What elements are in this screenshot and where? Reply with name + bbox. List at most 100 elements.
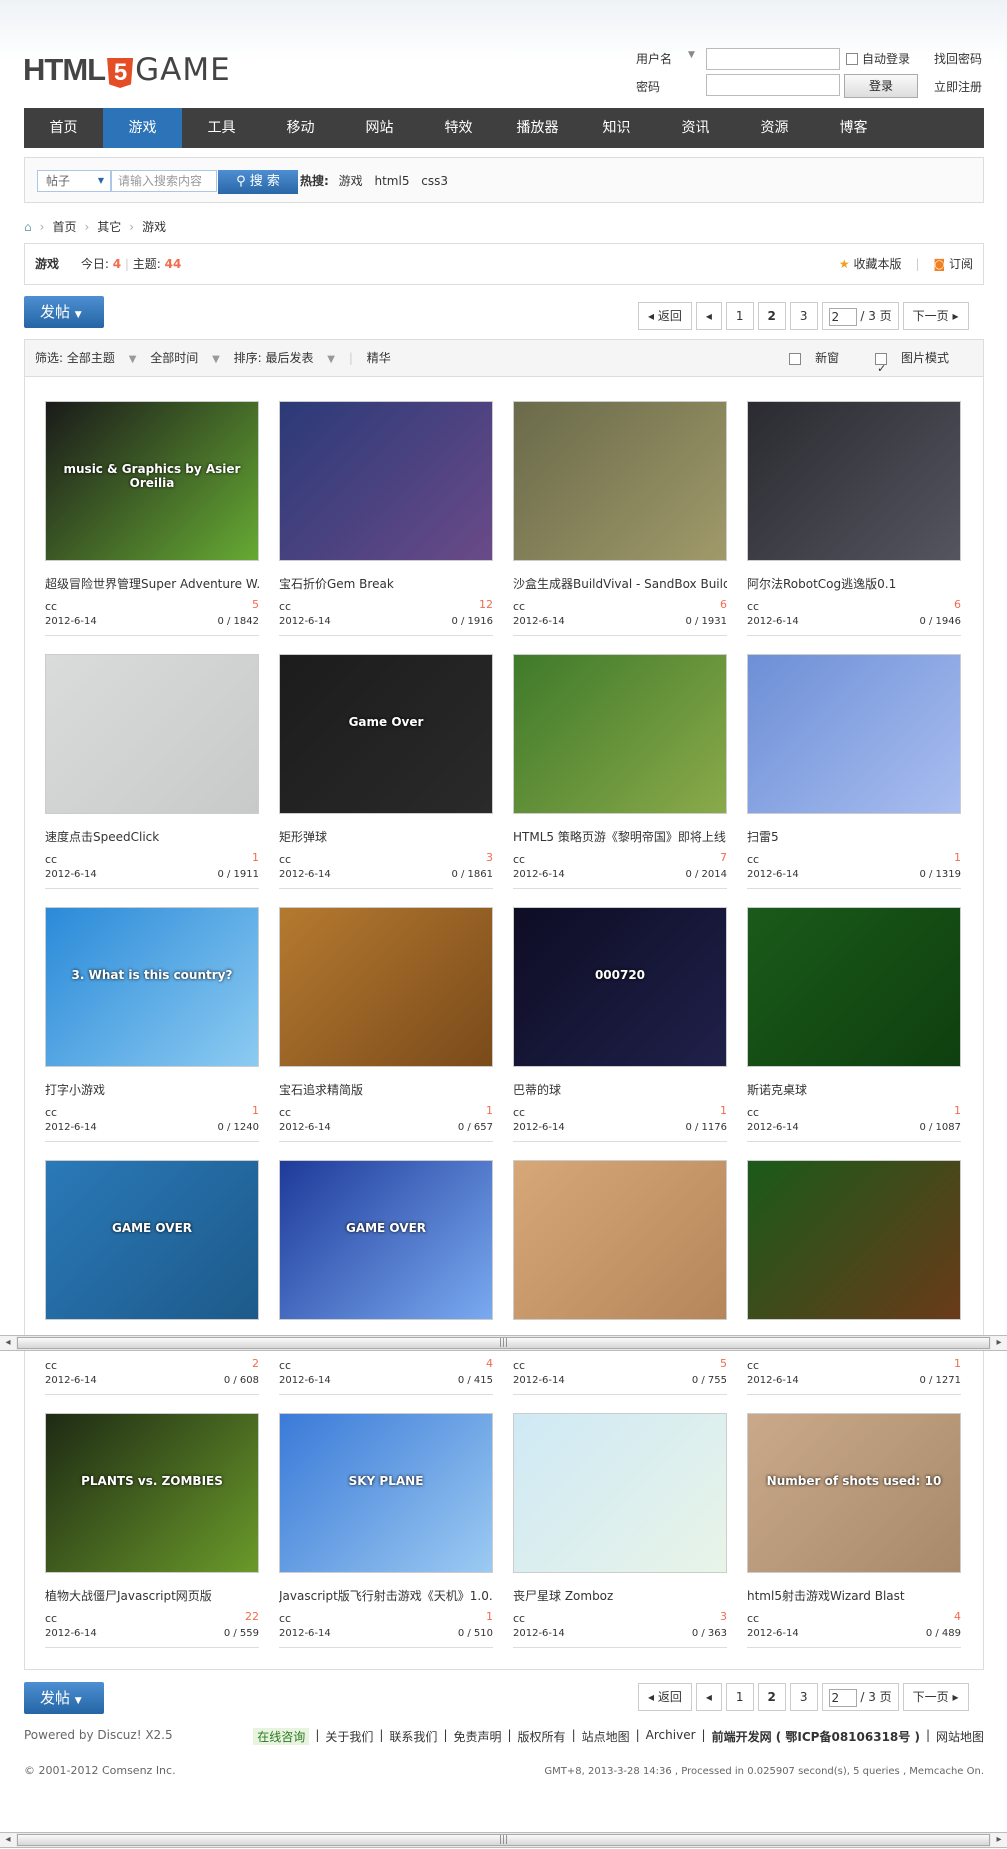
thread-card[interactable]: PLANTS vs. ZOMBIES 植物大战僵尸Javascript网页版 cc 2…	[45, 1413, 259, 1658]
scroll-right-icon[interactable]: ▸	[991, 1336, 1007, 1350]
footer-link[interactable]: 站点地图	[582, 1728, 630, 1745]
scroll-left-icon[interactable]: ◂	[0, 1336, 16, 1350]
next-page-button[interactable]: 下一页 ▸	[902, 1683, 969, 1711]
thread-title[interactable]: 丧尸星球 Zomboz	[513, 1587, 727, 1604]
filter-sort[interactable]: 排序: 最后发表 ▼	[234, 351, 335, 365]
thread-thumbnail[interactable]	[747, 1160, 961, 1320]
thread-title[interactable]: Javascript版飞行射击游戏《天机》1.0...	[279, 1587, 493, 1604]
chevron-down-icon[interactable]: ▼	[688, 50, 695, 60]
thread-title[interactable]: HTML5 策略页游《黎明帝国》即将上线	[513, 828, 727, 845]
nav-item[interactable]: 资讯	[656, 108, 735, 148]
thread-author[interactable]: cc	[45, 600, 57, 613]
thread-card[interactable]: 宝石追求精简版 cc 1 2012-6-14 0 / 657	[279, 907, 493, 1152]
thread-thumbnail[interactable]	[279, 907, 493, 1067]
footer-link[interactable]: Archiver	[646, 1728, 696, 1745]
scroll-right-icon[interactable]: ▸	[991, 1833, 1007, 1847]
page-link[interactable]: 1	[725, 1683, 754, 1711]
thread-author[interactable]: cc	[747, 1359, 759, 1372]
thread-card[interactable]: 3. What is this country? 打字小游戏 cc 1 2012-6-1…	[45, 907, 259, 1152]
username-input[interactable]	[706, 48, 840, 70]
thread-card[interactable]: Number of shots used: 10 html5射击游戏Wizard …	[747, 1413, 961, 1658]
thread-author[interactable]: cc	[279, 1612, 291, 1625]
thread-thumbnail[interactable]	[45, 654, 259, 814]
thread-thumbnail[interactable]: Number of shots used: 10	[747, 1413, 961, 1573]
page-link[interactable]: 3	[789, 1683, 818, 1711]
new-post-button[interactable]: 发帖 ▼	[24, 296, 104, 328]
thread-title[interactable]: 宝石折价Gem Break	[279, 575, 493, 592]
back-button[interactable]: ◂ 返回	[638, 302, 692, 330]
checkbox-checked-icon[interactable]	[875, 351, 888, 387]
password-input[interactable]	[706, 74, 840, 96]
nav-item[interactable]: 博客	[814, 108, 893, 148]
register-link[interactable]: 立即注册	[934, 78, 982, 95]
thread-author[interactable]: cc	[513, 1612, 525, 1625]
thread-title[interactable]: 沙盒生成器BuildVival - SandBox Builder	[513, 575, 727, 592]
footer-link[interactable]: 关于我们	[325, 1728, 373, 1745]
thread-title[interactable]: 超级冒险世界管理Super Adventure W...	[45, 575, 259, 592]
prev-page-button[interactable]: ◂	[695, 1683, 722, 1711]
favorite-button[interactable]: ★ 收藏本版	[839, 244, 902, 284]
thread-author[interactable]: cc	[513, 1106, 525, 1119]
thread-author[interactable]: cc	[747, 853, 759, 866]
footer-link[interactable]: 联系我们	[389, 1728, 437, 1745]
login-button[interactable]: 登录	[844, 74, 918, 98]
thread-title[interactable]: 斯诺克桌球	[747, 1081, 961, 1098]
thread-card[interactable]: 扫雷5 cc 1 2012-6-14 0 / 1319	[747, 654, 961, 899]
page-link[interactable]: 1	[725, 302, 754, 330]
thread-title[interactable]: 植物大战僵尸Javascript网页版	[45, 1587, 259, 1604]
thread-thumbnail[interactable]	[513, 1413, 727, 1573]
thread-title[interactable]: 扫雷5	[747, 828, 961, 845]
page-jump[interactable]: 2 / 3 页	[821, 302, 899, 330]
thread-thumbnail[interactable]	[513, 1160, 727, 1320]
thread-author[interactable]: cc	[513, 853, 525, 866]
thread-author[interactable]: cc	[45, 853, 57, 866]
search-button[interactable]: ⚲ 搜 索	[218, 170, 298, 194]
page-link[interactable]: 3	[789, 302, 818, 330]
new-post-button-bottom[interactable]: 发帖 ▼	[24, 1682, 104, 1714]
search-type-select[interactable]: 帖子 ▼	[37, 170, 111, 192]
thread-thumbnail[interactable]	[747, 401, 961, 561]
nav-item-active[interactable]: 游戏	[103, 108, 182, 148]
online-chat-link[interactable]: 在线咨询	[253, 1728, 310, 1745]
footer-link[interactable]: 免责声明	[453, 1728, 501, 1745]
footer-link[interactable]: 网站地图	[936, 1728, 984, 1745]
thread-title[interactable]: 宝石追求精简版	[279, 1081, 493, 1098]
subscribe-button[interactable]: ◙ 订阅	[934, 244, 974, 284]
horizontal-scrollbar[interactable]: ◂ ||| ▸	[0, 1335, 1007, 1351]
nav-item[interactable]: 网站	[340, 108, 419, 148]
thread-thumbnail[interactable]: 000720	[513, 907, 727, 1067]
thread-author[interactable]: cc	[513, 1359, 525, 1372]
thread-card[interactable]: 宝石折价Gem Break cc 12 2012-6-14 0 / 1916	[279, 401, 493, 646]
page-input[interactable]: 2	[828, 1688, 857, 1707]
footer-link[interactable]: 前端开发网 ( 鄂ICP备08106318号 )	[712, 1728, 920, 1745]
nav-item[interactable]: 移动	[261, 108, 340, 148]
breadcrumb-item[interactable]: 游戏	[142, 218, 166, 235]
nav-item[interactable]: 资源	[735, 108, 814, 148]
filter-time[interactable]: 全部时间 ▼	[150, 351, 220, 365]
thread-card[interactable]: 速度点击SpeedClick cc 1 2012-6-14 0 / 1911	[45, 654, 259, 899]
image-mode-toggle[interactable]: 图片模式	[875, 340, 959, 387]
thread-thumbnail[interactable]: Game Over	[279, 654, 493, 814]
find-password-link[interactable]: 找回密码	[934, 50, 982, 67]
hot-search-link[interactable]: html5	[374, 174, 409, 188]
thread-author[interactable]: cc	[45, 1612, 57, 1625]
nav-item[interactable]: 知识	[577, 108, 656, 148]
thread-card[interactable]: 阿尔法RobotCog逃逸版0.1 cc 6 2012-6-14 0 / 1946	[747, 401, 961, 646]
footer-link[interactable]: 版权所有	[518, 1728, 566, 1745]
nav-item[interactable]: 播放器	[498, 108, 577, 148]
thread-card[interactable]: GAME OVER cc 4 2012-6-14 0 / 415	[279, 1160, 493, 1405]
thread-card[interactable]: Game Over 矩形弹球 cc 3 2012-6-14 0 / 1861	[279, 654, 493, 899]
thread-title[interactable]: 打字小游戏	[45, 1081, 259, 1098]
thread-title[interactable]: 矩形弹球	[279, 828, 493, 845]
thread-thumbnail[interactable]: 3. What is this country?	[45, 907, 259, 1067]
thread-author[interactable]: cc	[279, 600, 291, 613]
filter-digest[interactable]: 精华	[367, 351, 391, 365]
thread-thumbnail[interactable]	[513, 401, 727, 561]
thread-card[interactable]: 沙盒生成器BuildVival - SandBox Builder cc 6 2012…	[513, 401, 727, 646]
thread-author[interactable]: cc	[747, 600, 759, 613]
home-icon[interactable]: ⌂	[24, 220, 32, 234]
filter-topics[interactable]: 筛选: 全部主题 ▼	[35, 351, 136, 365]
thread-author[interactable]: cc	[747, 1106, 759, 1119]
thread-thumbnail[interactable]: GAME OVER	[279, 1160, 493, 1320]
search-input[interactable]: 请输入搜索内容	[111, 170, 217, 192]
